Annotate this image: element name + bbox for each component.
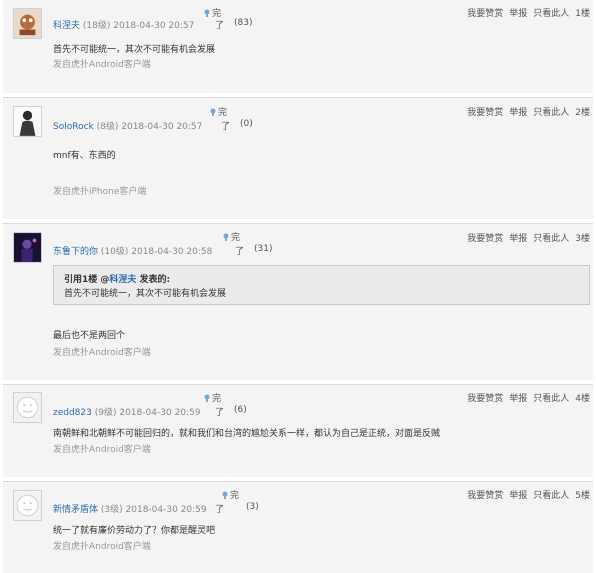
post-source: 发自虎扑Android客户端 (53, 542, 151, 552)
report-button[interactable]: 举报 (509, 108, 527, 118)
like-button[interactable]: 了 (221, 119, 230, 132)
quote-header: 引用1楼 @科涅夫 发表的: (64, 272, 170, 285)
post-actions: 我要赞赏 举报 只看此人 2楼 (461, 105, 590, 118)
user-level: (3级) (100, 505, 123, 515)
reward-button[interactable]: 我要赞赏 (467, 9, 503, 19)
post-meta: zedd823 (9级) 2018-04-30 20:59 (53, 405, 200, 418)
post-time: 2018-04-30 20:57 (121, 122, 203, 132)
only-this-user-button[interactable]: 只看此人 (533, 108, 569, 118)
light-icon (204, 9, 210, 17)
username-link[interactable]: 新情矛盾体 (53, 505, 98, 515)
only-this-user-button[interactable]: 只看此人 (533, 491, 569, 501)
post-item: 科涅夫 (18级) 2018-04-30 20:57 完 了 (83) 我要赞赏… (3, 0, 593, 93)
user-level: (9级) (94, 408, 117, 418)
like-count: (31) (254, 244, 273, 254)
post-actions: 我要赞赏 举报 只看此人 3楼 (461, 231, 590, 244)
avatar[interactable] (13, 490, 42, 521)
light-icon (204, 394, 210, 402)
post-content: mnf有、东西的 (53, 151, 116, 161)
like-top[interactable]: 完 (204, 391, 221, 404)
reward-button[interactable]: 我要赞赏 (467, 491, 503, 501)
light-icon (223, 233, 229, 241)
avatar[interactable] (13, 392, 42, 423)
light-icon (210, 108, 216, 116)
like-count: (83) (234, 18, 253, 28)
report-button[interactable]: 举报 (509, 394, 527, 404)
quote-text: 首先不可能统一，其次不可能有机会发展 (64, 289, 227, 299)
post-time: 2018-04-30 20:58 (131, 247, 213, 257)
post-actions: 我要赞赏 举报 只看此人 5楼 (461, 488, 590, 501)
floor-number: 4楼 (575, 394, 590, 404)
avatar[interactable] (13, 232, 42, 263)
quote-username-link[interactable]: 科涅夫 (109, 275, 136, 285)
post-source: 发自虎扑Android客户端 (53, 348, 151, 358)
quote-suffix: 发表的: (136, 275, 171, 285)
only-this-user-button[interactable]: 只看此人 (533, 9, 569, 19)
post-source: 发自虎扑Android客户端 (53, 445, 151, 455)
post-meta: 新情矛盾体 (3级) 2018-04-30 20:59 (53, 502, 207, 515)
user-level: (8级) (96, 122, 119, 132)
floor-number: 5楼 (575, 491, 590, 501)
report-button[interactable]: 举报 (509, 491, 527, 501)
post-time: 2018-04-30 20:59 (125, 505, 207, 515)
user-level: (10级) (100, 247, 129, 257)
like-top[interactable]: 完 (223, 230, 240, 243)
username-link[interactable]: SoloRock (53, 122, 94, 132)
like-button[interactable]: 了 (215, 405, 224, 418)
avatar[interactable] (13, 106, 42, 137)
user-level: (18级) (82, 21, 111, 31)
like-button[interactable]: 了 (235, 244, 244, 257)
like-button[interactable]: 了 (215, 18, 224, 31)
post-content: 南朝鲜和北朝鲜不可能回归的，就和我们和台湾的尴尬关系一样，都认为自己是正统，对面… (53, 429, 441, 439)
light-icon (222, 491, 228, 499)
post-content: 最后也不是两回个 (53, 331, 126, 341)
like-top[interactable]: 完 (210, 105, 227, 118)
post-source: 发自虎扑Android客户端 (53, 60, 151, 70)
floor-number: 1楼 (575, 9, 590, 19)
reward-button[interactable]: 我要赞赏 (467, 234, 503, 244)
quote-prefix: 引用1楼 @ (64, 275, 110, 285)
report-button[interactable]: 举报 (509, 9, 527, 19)
post-item: SoloRock (8级) 2018-04-30 20:57 完 了 (0) 我… (3, 97, 593, 219)
post-meta: SoloRock (8级) 2018-04-30 20:57 (53, 119, 202, 132)
like-count: (6) (234, 405, 247, 415)
post-content: 首先不可能统一，其次不可能有机会发展 (53, 45, 216, 55)
only-this-user-button[interactable]: 只看此人 (533, 394, 569, 404)
like-count: (3) (246, 502, 259, 512)
like-count: (0) (240, 119, 253, 129)
only-this-user-button[interactable]: 只看此人 (533, 234, 569, 244)
quote-block: 引用1楼 @科涅夫 发表的: 首先不可能统一，其次不可能有机会发展 (53, 265, 590, 305)
username-link[interactable]: 科涅夫 (53, 21, 80, 31)
report-button[interactable]: 举报 (509, 234, 527, 244)
post-item: 东鲁下的你 (10级) 2018-04-30 20:58 完 了 (31) 我要… (3, 223, 593, 380)
reward-button[interactable]: 我要赞赏 (467, 394, 503, 404)
floor-number: 3楼 (575, 234, 590, 244)
like-button[interactable]: 了 (215, 502, 224, 515)
post-meta: 科涅夫 (18级) 2018-04-30 20:57 (53, 18, 194, 31)
like-top[interactable]: 完 (222, 488, 239, 501)
post-actions: 我要赞赏 举报 只看此人 4楼 (461, 391, 590, 404)
post-time: 2018-04-30 20:59 (119, 408, 201, 418)
username-link[interactable]: 东鲁下的你 (53, 247, 98, 257)
avatar[interactable] (13, 8, 42, 39)
post-time: 2018-04-30 20:57 (113, 21, 195, 31)
post-item: zedd823 (9级) 2018-04-30 20:59 完 了 (6) 我要… (3, 384, 593, 477)
post-actions: 我要赞赏 举报 只看此人 1楼 (461, 6, 590, 19)
post-content: 统一了就有廉价劳动力了？你都是醒灵吧 (53, 526, 216, 536)
floor-number: 2楼 (575, 108, 590, 118)
reward-button[interactable]: 我要赞赏 (467, 108, 503, 118)
username-link[interactable]: zedd823 (53, 408, 92, 418)
post-item: 新情矛盾体 (3级) 2018-04-30 20:59 完 了 (3) 我要赞赏… (3, 481, 593, 573)
post-source: 发自虎扑iPhone客户端 (53, 187, 147, 197)
post-meta: 东鲁下的你 (10级) 2018-04-30 20:58 (53, 244, 212, 257)
